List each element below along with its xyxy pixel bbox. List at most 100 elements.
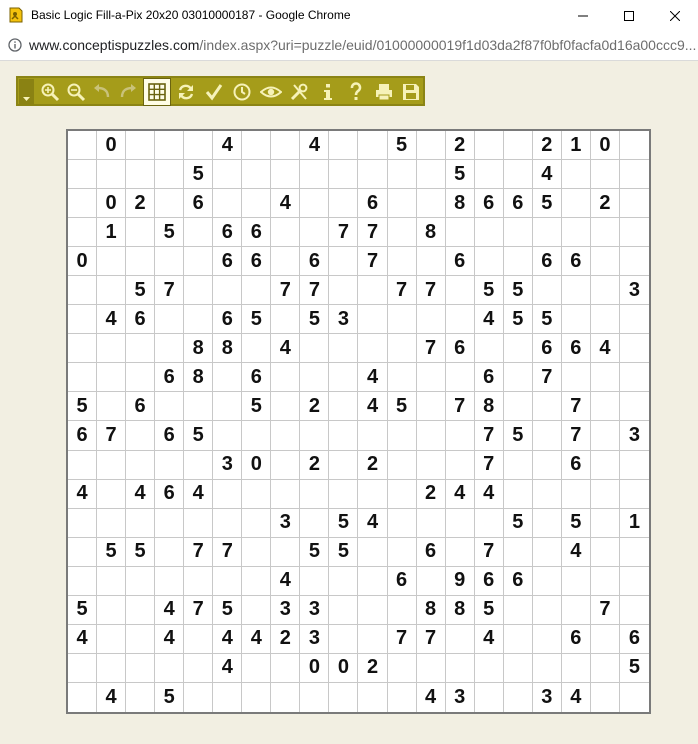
- grid-cell[interactable]: [300, 566, 330, 596]
- grid-cell[interactable]: 7: [416, 276, 446, 306]
- grid-cell[interactable]: [242, 682, 272, 712]
- grid-cell[interactable]: [561, 276, 591, 306]
- grid-cell[interactable]: [619, 538, 649, 567]
- grid-cell[interactable]: 6: [213, 305, 243, 335]
- grid-cell[interactable]: [271, 160, 301, 190]
- grid-cell[interactable]: 6: [561, 334, 591, 364]
- grid-cell[interactable]: 5: [532, 189, 562, 219]
- grid-cell[interactable]: [329, 595, 359, 625]
- grid-cell[interactable]: 7: [184, 595, 214, 625]
- grid-cell[interactable]: [561, 479, 591, 509]
- grid-cell[interactable]: [329, 392, 359, 422]
- grid-cell[interactable]: [329, 334, 359, 364]
- grid-cell[interactable]: 4: [271, 334, 301, 364]
- grid-cell[interactable]: 6: [213, 247, 243, 277]
- undo-button[interactable]: [89, 79, 115, 105]
- grid-cell[interactable]: 5: [503, 508, 533, 538]
- grid-cell[interactable]: [271, 363, 301, 393]
- grid-cell[interactable]: [619, 363, 649, 393]
- grid-cell[interactable]: [561, 566, 591, 596]
- grid-cell[interactable]: [503, 218, 533, 248]
- grid-cell[interactable]: 2: [300, 392, 330, 422]
- grid-cell[interactable]: [619, 247, 649, 277]
- grid-cell[interactable]: [619, 218, 649, 248]
- grid-cell[interactable]: [68, 508, 98, 538]
- grid-cell[interactable]: 5: [97, 537, 127, 567]
- grid-cell[interactable]: 5: [300, 305, 330, 335]
- grid-cell[interactable]: 6: [561, 247, 591, 277]
- grid-cell[interactable]: [329, 363, 359, 393]
- grid-cell[interactable]: [503, 450, 533, 480]
- grid-cell[interactable]: [445, 363, 475, 393]
- grid-cell[interactable]: [184, 508, 214, 538]
- grid-cell[interactable]: [416, 131, 446, 161]
- grid-cell[interactable]: [416, 421, 446, 451]
- restart-button[interactable]: [173, 79, 199, 105]
- grid-cell[interactable]: [445, 537, 475, 567]
- grid-cell[interactable]: [329, 421, 359, 451]
- grid-cell[interactable]: 5: [619, 654, 649, 683]
- grid-cell[interactable]: [590, 247, 620, 277]
- grid-cell[interactable]: [155, 160, 185, 190]
- grid-cell[interactable]: [329, 131, 359, 161]
- grid-cell[interactable]: [445, 305, 475, 335]
- grid-cell[interactable]: 6: [242, 218, 272, 248]
- grid-cell[interactable]: 5: [387, 131, 417, 161]
- grid-cell[interactable]: [474, 247, 504, 277]
- grid-cell[interactable]: [590, 363, 620, 393]
- grid-cell[interactable]: 4: [213, 131, 243, 161]
- grid-cell[interactable]: 2: [532, 131, 562, 161]
- grid-cell[interactable]: [445, 421, 475, 451]
- grid-cell[interactable]: 5: [561, 508, 591, 538]
- grid-cell[interactable]: [475, 682, 504, 712]
- help-button[interactable]: [343, 79, 369, 105]
- grid-cell[interactable]: [532, 479, 562, 509]
- grid-cell[interactable]: [503, 479, 533, 509]
- grid-cell[interactable]: 1: [561, 131, 591, 161]
- grid-cell[interactable]: 6: [474, 363, 504, 393]
- grid-cell[interactable]: [184, 450, 214, 480]
- grid-cell[interactable]: 8: [184, 363, 214, 393]
- grid-cell[interactable]: 7: [474, 421, 504, 451]
- grid-cell[interactable]: 2: [358, 450, 388, 480]
- grid-cell[interactable]: [590, 508, 620, 538]
- grid-cell[interactable]: [590, 392, 620, 422]
- grid-cell[interactable]: 5: [329, 537, 359, 567]
- grid-cell[interactable]: 4: [155, 624, 185, 654]
- grid-cell[interactable]: [620, 683, 649, 712]
- grid-cell[interactable]: [300, 334, 330, 364]
- grid-cell[interactable]: 0: [300, 653, 330, 683]
- grid-cell[interactable]: [358, 160, 388, 190]
- grid-cell[interactable]: [358, 624, 388, 654]
- grid-cell[interactable]: [474, 334, 504, 364]
- grid-cell[interactable]: [532, 508, 562, 538]
- grid-cell[interactable]: [445, 508, 475, 538]
- grid-cell[interactable]: [126, 218, 156, 248]
- grid-cell[interactable]: [126, 334, 156, 364]
- grid-cell[interactable]: [329, 247, 359, 277]
- grid-cell[interactable]: [329, 682, 359, 712]
- grid-cell[interactable]: [532, 566, 562, 596]
- grid-cell[interactable]: 4: [68, 624, 98, 654]
- grid-cell[interactable]: [126, 421, 156, 451]
- grid-cell[interactable]: [242, 131, 272, 161]
- grid-cell[interactable]: 1: [619, 509, 649, 538]
- grid-cell[interactable]: [126, 247, 156, 277]
- grid-cell[interactable]: [445, 653, 475, 683]
- grid-cell[interactable]: [97, 450, 127, 480]
- grid-cell[interactable]: [416, 653, 446, 683]
- grid-cell[interactable]: [561, 189, 591, 219]
- grid-cell[interactable]: 5: [126, 537, 156, 567]
- grid-cell[interactable]: [68, 363, 98, 393]
- close-button[interactable]: [652, 0, 698, 32]
- grid-cell[interactable]: [532, 624, 562, 654]
- grid-cell[interactable]: [155, 653, 185, 683]
- grid-cell[interactable]: 4: [126, 479, 156, 509]
- grid-cell[interactable]: 6: [503, 566, 533, 596]
- grid-cell[interactable]: [97, 363, 127, 393]
- grid-cell[interactable]: 7: [416, 334, 446, 364]
- grid-cell[interactable]: 8: [213, 334, 243, 364]
- grid-cell[interactable]: 7: [358, 247, 388, 277]
- grid-cell[interactable]: 8: [416, 595, 446, 625]
- check-button[interactable]: [201, 79, 227, 105]
